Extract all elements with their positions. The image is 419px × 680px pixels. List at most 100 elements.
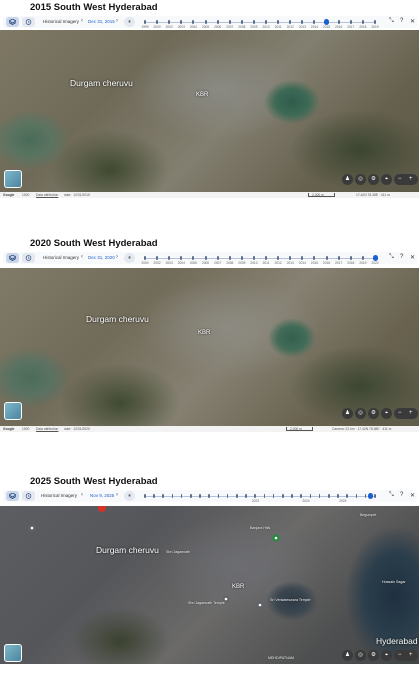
timeline-tick[interactable]: [361, 20, 364, 24]
chevron-right-icon[interactable]: ›: [116, 492, 118, 498]
timeline-tick[interactable]: [374, 494, 376, 498]
zoom-out-icon[interactable]: −: [398, 174, 402, 185]
timeline-slider[interactable]: [144, 255, 378, 261]
pin-icon[interactable]: [28, 524, 36, 532]
history-button[interactable]: [22, 17, 35, 27]
location-icon[interactable]: ⌖: [381, 174, 392, 185]
timeline-tick[interactable]: [144, 256, 146, 260]
timeline-tick[interactable]: [300, 494, 302, 498]
timeline-tick[interactable]: [153, 494, 155, 498]
timeline-tick[interactable]: [208, 494, 210, 498]
settings-icon[interactable]: ⚙: [368, 174, 379, 185]
timeline-tick[interactable]: [277, 20, 280, 24]
timeline-tick[interactable]: [245, 494, 247, 498]
timeline-tick[interactable]: [361, 256, 364, 260]
satellite-map[interactable]: Durgam cheruvu KBR ♟ ◎ ⚙ ⌖ − +: [0, 268, 419, 426]
chevron-right-icon[interactable]: ›: [116, 18, 118, 24]
collapse-icon[interactable]: ⤡: [389, 18, 394, 25]
timeline-tick[interactable]: [156, 256, 159, 260]
timeline-tick[interactable]: [240, 256, 243, 260]
timeline-tick[interactable]: [228, 256, 231, 260]
timeline-tick[interactable]: [204, 20, 207, 24]
layers-button[interactable]: [6, 491, 19, 501]
timeline-tick[interactable]: [190, 494, 192, 498]
zoom-control[interactable]: − +: [394, 408, 418, 419]
zoom-out-icon[interactable]: −: [398, 650, 402, 661]
data-attribution-link[interactable]: Data attribution: [36, 193, 58, 197]
timeline-tick[interactable]: [240, 20, 243, 24]
chevron-left-icon[interactable]: ‹: [81, 492, 83, 498]
help-icon[interactable]: ?: [400, 18, 403, 24]
timeline-tick[interactable]: [349, 20, 352, 24]
collapse-icon[interactable]: ⤡: [389, 492, 394, 499]
zoom-in-icon[interactable]: +: [409, 174, 413, 185]
help-icon[interactable]: ?: [400, 254, 403, 260]
location-icon[interactable]: ⌖: [381, 650, 392, 661]
play-button[interactable]: ⏸: [124, 253, 135, 263]
timeline-tick[interactable]: [199, 494, 201, 498]
chevron-left-icon[interactable]: ‹: [81, 18, 83, 24]
timeline-tick[interactable]: [180, 20, 183, 24]
close-icon[interactable]: ✕: [410, 254, 415, 261]
location-icon[interactable]: ⌖: [381, 408, 392, 419]
pin-icon[interactable]: [272, 534, 280, 542]
timeline-tick[interactable]: [216, 256, 219, 260]
timeline-tick[interactable]: [228, 20, 231, 24]
timeline-tick[interactable]: [265, 256, 268, 260]
satellite-map[interactable]: Durgam cheruvu KBR ♟ ◎ ⚙ ⌖ − +: [0, 30, 419, 192]
close-icon[interactable]: ✕: [410, 492, 415, 499]
timeline-tick[interactable]: [289, 20, 292, 24]
pegman-icon[interactable]: ♟: [342, 650, 353, 661]
play-button[interactable]: ⏸: [124, 17, 135, 27]
zoom-in-icon[interactable]: +: [409, 408, 413, 419]
timeline-tick[interactable]: [325, 256, 328, 260]
timeline-tick[interactable]: [337, 494, 339, 498]
layers-button[interactable]: [6, 253, 19, 263]
timeline-tick[interactable]: [156, 20, 159, 24]
zoom-control[interactable]: − +: [394, 650, 418, 661]
timeline-tick[interactable]: [252, 256, 255, 260]
timeline-tick[interactable]: [265, 20, 268, 24]
timeline-slider[interactable]: [144, 19, 376, 25]
timeline-tick[interactable]: [254, 494, 256, 498]
timeline-tick[interactable]: [236, 494, 238, 498]
zoom-in-icon[interactable]: +: [409, 650, 413, 661]
pin-icon[interactable]: [222, 595, 230, 603]
timeline-tick[interactable]: [355, 494, 358, 498]
timeline-tick[interactable]: [180, 256, 183, 260]
timeline-tick[interactable]: [328, 494, 330, 498]
compass-icon[interactable]: ◎: [355, 650, 366, 661]
timeline-slider[interactable]: [144, 493, 376, 499]
data-attribution-link[interactable]: Data attribution: [36, 427, 58, 431]
timeline-tick[interactable]: [168, 20, 171, 24]
play-button[interactable]: ⏸: [124, 491, 135, 501]
timeline-tick[interactable]: [277, 256, 280, 260]
pin-icon[interactable]: [98, 506, 106, 512]
timeline-tick[interactable]: [346, 494, 348, 498]
pegman-icon[interactable]: ♟: [342, 408, 353, 419]
timeline-tick[interactable]: [349, 256, 352, 260]
settings-icon[interactable]: ⚙: [368, 408, 379, 419]
help-icon[interactable]: ?: [400, 492, 403, 498]
close-icon[interactable]: ✕: [410, 18, 415, 25]
timeline-tick[interactable]: [217, 494, 220, 498]
timeline-tick[interactable]: [168, 256, 171, 260]
timeline-tick[interactable]: [216, 20, 219, 24]
timeline-tick[interactable]: [337, 256, 340, 260]
pin-icon[interactable]: [256, 601, 264, 609]
timeline-tick[interactable]: [289, 256, 292, 260]
history-button[interactable]: [22, 253, 35, 263]
timeline-tick[interactable]: [291, 494, 293, 498]
history-button[interactable]: [22, 491, 35, 501]
timeline-tick[interactable]: [162, 494, 164, 498]
settings-icon[interactable]: ⚙: [368, 650, 379, 661]
compass-icon[interactable]: ◎: [355, 174, 366, 185]
chevron-right-icon[interactable]: ›: [116, 254, 118, 260]
timeline-tick[interactable]: [204, 256, 207, 260]
timeline-tick[interactable]: [282, 494, 284, 498]
compass-icon[interactable]: ◎: [355, 408, 366, 419]
zoom-out-icon[interactable]: −: [398, 408, 402, 419]
collapse-icon[interactable]: ⤡: [389, 254, 394, 261]
timeline-tick[interactable]: [171, 494, 174, 498]
layers-button[interactable]: [6, 17, 19, 27]
